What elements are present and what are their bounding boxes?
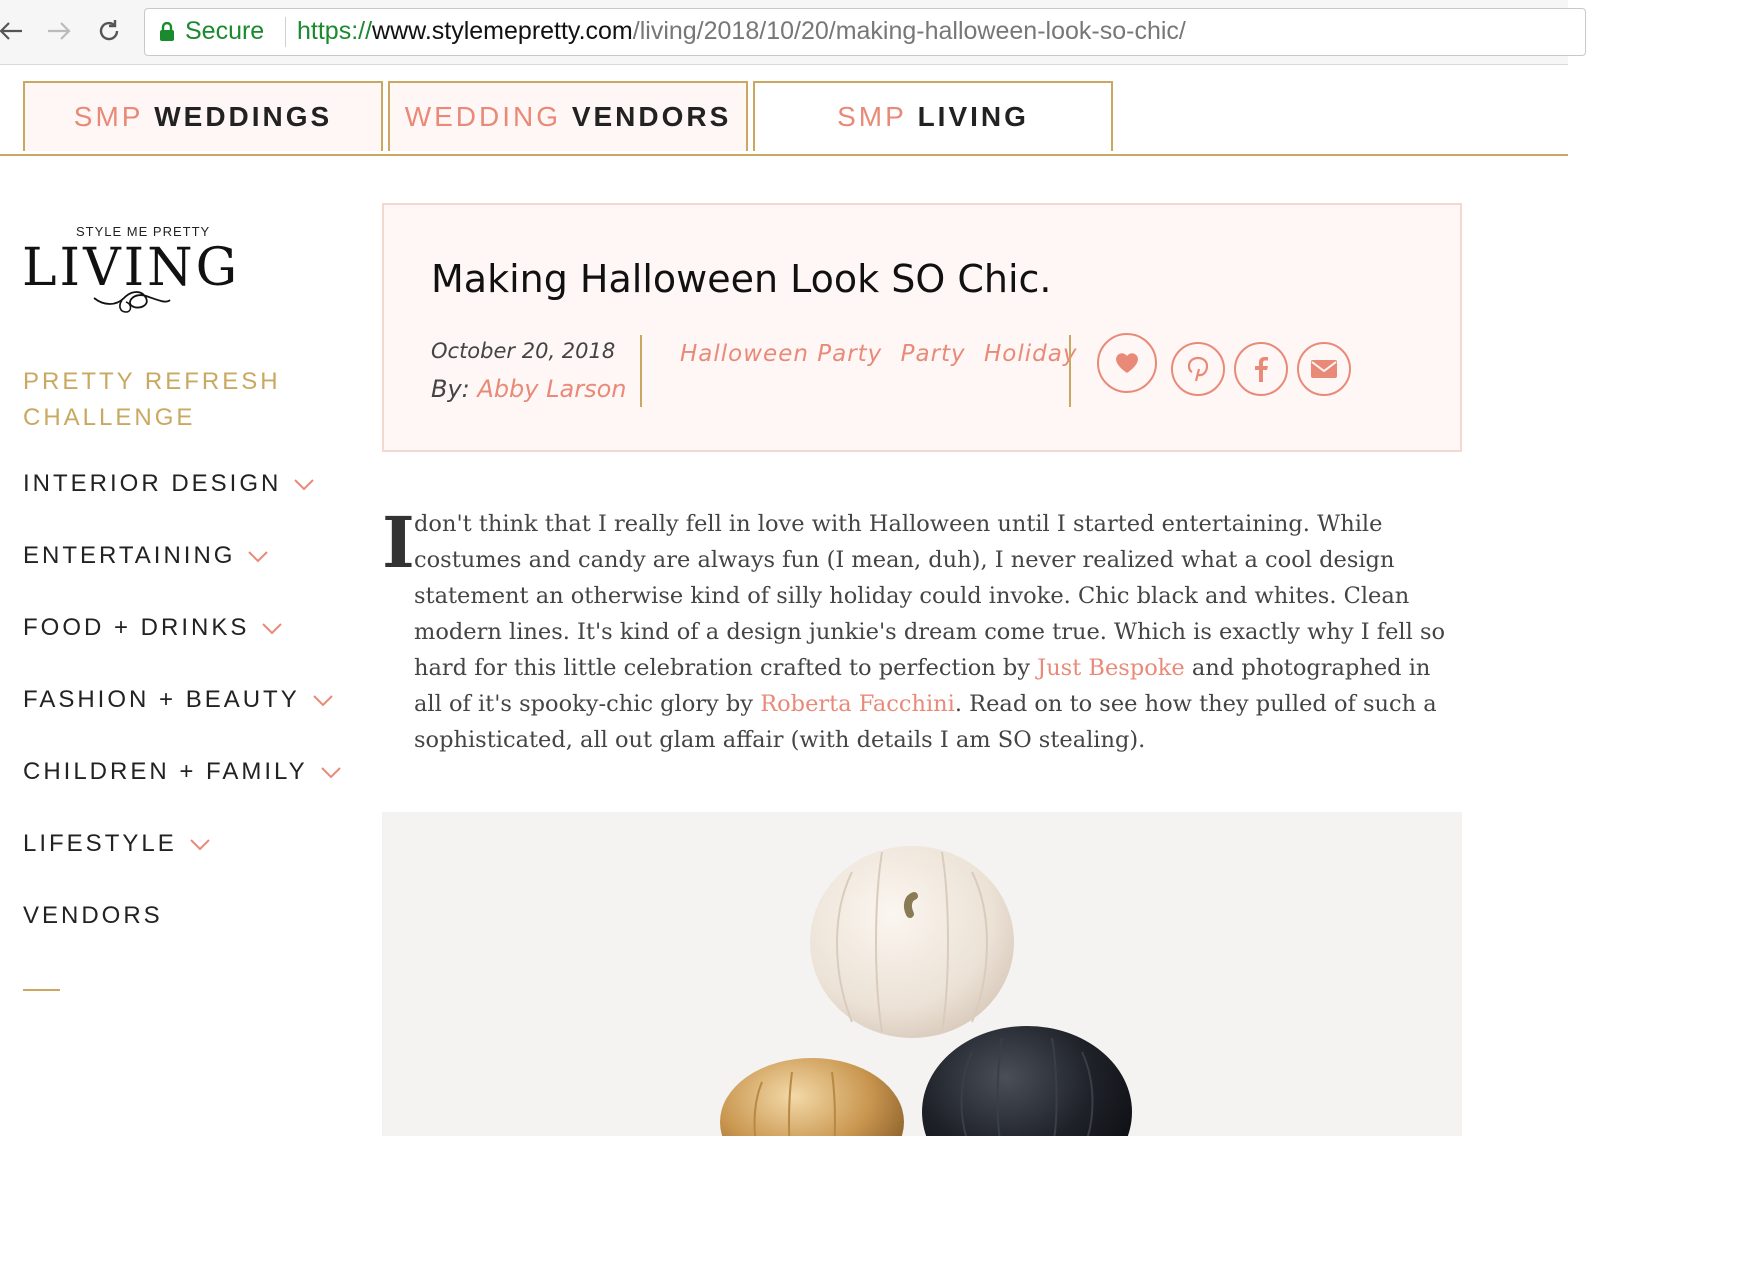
- tab-name: WEDDINGS: [154, 101, 333, 132]
- challenge-line-2: CHALLENGE: [23, 404, 196, 431]
- sidebar-item-label: CHILDREN + FAMILY: [23, 758, 308, 785]
- article-header: Making Halloween Look SO Chic. October 2…: [382, 203, 1462, 452]
- address-bar[interactable]: Secure https://www.stylemepretty.com/liv…: [144, 8, 1586, 56]
- lock-icon: [160, 21, 174, 41]
- sidebar-item-label: LIFESTYLE: [23, 830, 177, 857]
- sidebar-item-label: ENTERTAINING: [23, 542, 236, 569]
- like-button[interactable]: [1097, 333, 1157, 393]
- roberta-facchini-link[interactable]: Roberta Facchini: [760, 691, 955, 717]
- chevron-down-icon[interactable]: [247, 550, 269, 564]
- tag-halloween-party[interactable]: Halloween Party: [680, 341, 882, 367]
- pretty-refresh-challenge-link[interactable]: PRETTY REFRESH CHALLENGE: [23, 364, 281, 436]
- secure-label: Secure: [185, 17, 265, 45]
- logo-tagline: STYLE ME PRETTY: [76, 224, 211, 239]
- chevron-down-icon[interactable]: [189, 838, 211, 852]
- sidebar-item-children-family[interactable]: CHILDREN + FAMILY: [23, 758, 342, 830]
- sidebar-item-label: FASHION + BEAUTY: [23, 686, 300, 713]
- drop-cap: I: [382, 501, 415, 584]
- header-divider: [1069, 335, 1071, 407]
- sidebar-item-entertaining[interactable]: ENTERTAINING: [23, 542, 342, 614]
- site-logo[interactable]: STYLE ME PRETTY LIVING: [22, 224, 237, 320]
- facebook-share-button[interactable]: [1234, 342, 1288, 396]
- sidebar-item-label: FOOD + DRINKS: [23, 614, 250, 641]
- pinterest-icon: [1187, 356, 1209, 382]
- sidebar-item-lifestyle[interactable]: LIFESTYLE: [23, 830, 342, 902]
- tab-smp-living[interactable]: SMP LIVING: [753, 81, 1113, 151]
- url-text[interactable]: https://www.stylemepretty.com/living/201…: [297, 17, 1186, 46]
- hero-image: [382, 812, 1462, 1136]
- article-lead: I don't think that I really fell in love…: [382, 506, 1464, 758]
- header-divider: [640, 335, 642, 407]
- chevron-down-icon[interactable]: [261, 622, 283, 636]
- sidebar-item-vendors[interactable]: VENDORS: [23, 902, 342, 974]
- heart-icon: [1116, 353, 1138, 373]
- lead-paragraph: don't think that I really fell in love w…: [382, 506, 1464, 758]
- back-arrow-icon[interactable]: [0, 14, 28, 48]
- sidebar-item-food-drinks[interactable]: FOOD + DRINKS: [23, 614, 342, 686]
- tab-prefix: SMP: [837, 101, 907, 132]
- sidebar-item-label: INTERIOR DESIGN: [23, 470, 282, 497]
- sidebar-item-label: VENDORS: [23, 902, 163, 929]
- facebook-icon: [1255, 357, 1268, 382]
- tab-prefix: WEDDING: [404, 101, 562, 132]
- chevron-down-icon[interactable]: [320, 766, 342, 780]
- tab-prefix: SMP: [73, 101, 144, 132]
- article-tags: Halloween Party Party Holiday: [680, 341, 1087, 367]
- chevron-down-icon[interactable]: [293, 478, 315, 492]
- tab-smp-weddings[interactable]: SMP WEDDINGS: [23, 81, 383, 151]
- sidebar-nav: INTERIOR DESIGN ENTERTAINING FOOD + DRIN…: [23, 470, 342, 974]
- forward-arrow-icon[interactable]: [42, 14, 76, 48]
- tab-name: VENDORS: [571, 101, 732, 132]
- tag-holiday[interactable]: Holiday: [984, 341, 1077, 367]
- site-tabs: SMP WEDDINGS WEDDING VENDORS SMP LIVING: [0, 64, 1568, 156]
- pumpkins-photo: [720, 846, 1132, 1136]
- sidebar-item-interior-design[interactable]: INTERIOR DESIGN: [23, 470, 342, 542]
- article-byline: By: Abby Larson: [431, 375, 626, 403]
- author-link[interactable]: Abby Larson: [477, 375, 626, 403]
- mail-icon: [1311, 360, 1337, 378]
- challenge-line-1: PRETTY REFRESH: [23, 368, 281, 395]
- byline-label: By:: [431, 375, 470, 403]
- url-scheme: https://: [297, 17, 373, 45]
- tag-party[interactable]: Party: [901, 341, 966, 367]
- email-share-button[interactable]: [1297, 342, 1351, 396]
- article-title: Making Halloween Look SO Chic.: [431, 257, 1052, 301]
- flourish-icon: [93, 291, 171, 313]
- url-path: /living/2018/10/20/making-halloween-look…: [632, 17, 1186, 45]
- reload-icon[interactable]: [92, 14, 126, 48]
- url-divider: [285, 17, 286, 47]
- sidebar-divider: [23, 989, 60, 991]
- chevron-down-icon[interactable]: [312, 694, 334, 708]
- pinterest-share-button[interactable]: [1171, 342, 1225, 396]
- tab-name: LIVING: [917, 101, 1029, 132]
- just-bespoke-link[interactable]: Just Bespoke: [1037, 655, 1185, 681]
- url-host: www.stylemepretty.com: [372, 17, 633, 45]
- article-date: October 20, 2018: [431, 339, 616, 363]
- sidebar-item-fashion-beauty[interactable]: FASHION + BEAUTY: [23, 686, 342, 758]
- tab-wedding-vendors[interactable]: WEDDING VENDORS: [388, 81, 748, 151]
- browser-toolbar: Secure https://www.stylemepretty.com/liv…: [0, 0, 1586, 65]
- secure-indicator[interactable]: Secure: [159, 17, 264, 46]
